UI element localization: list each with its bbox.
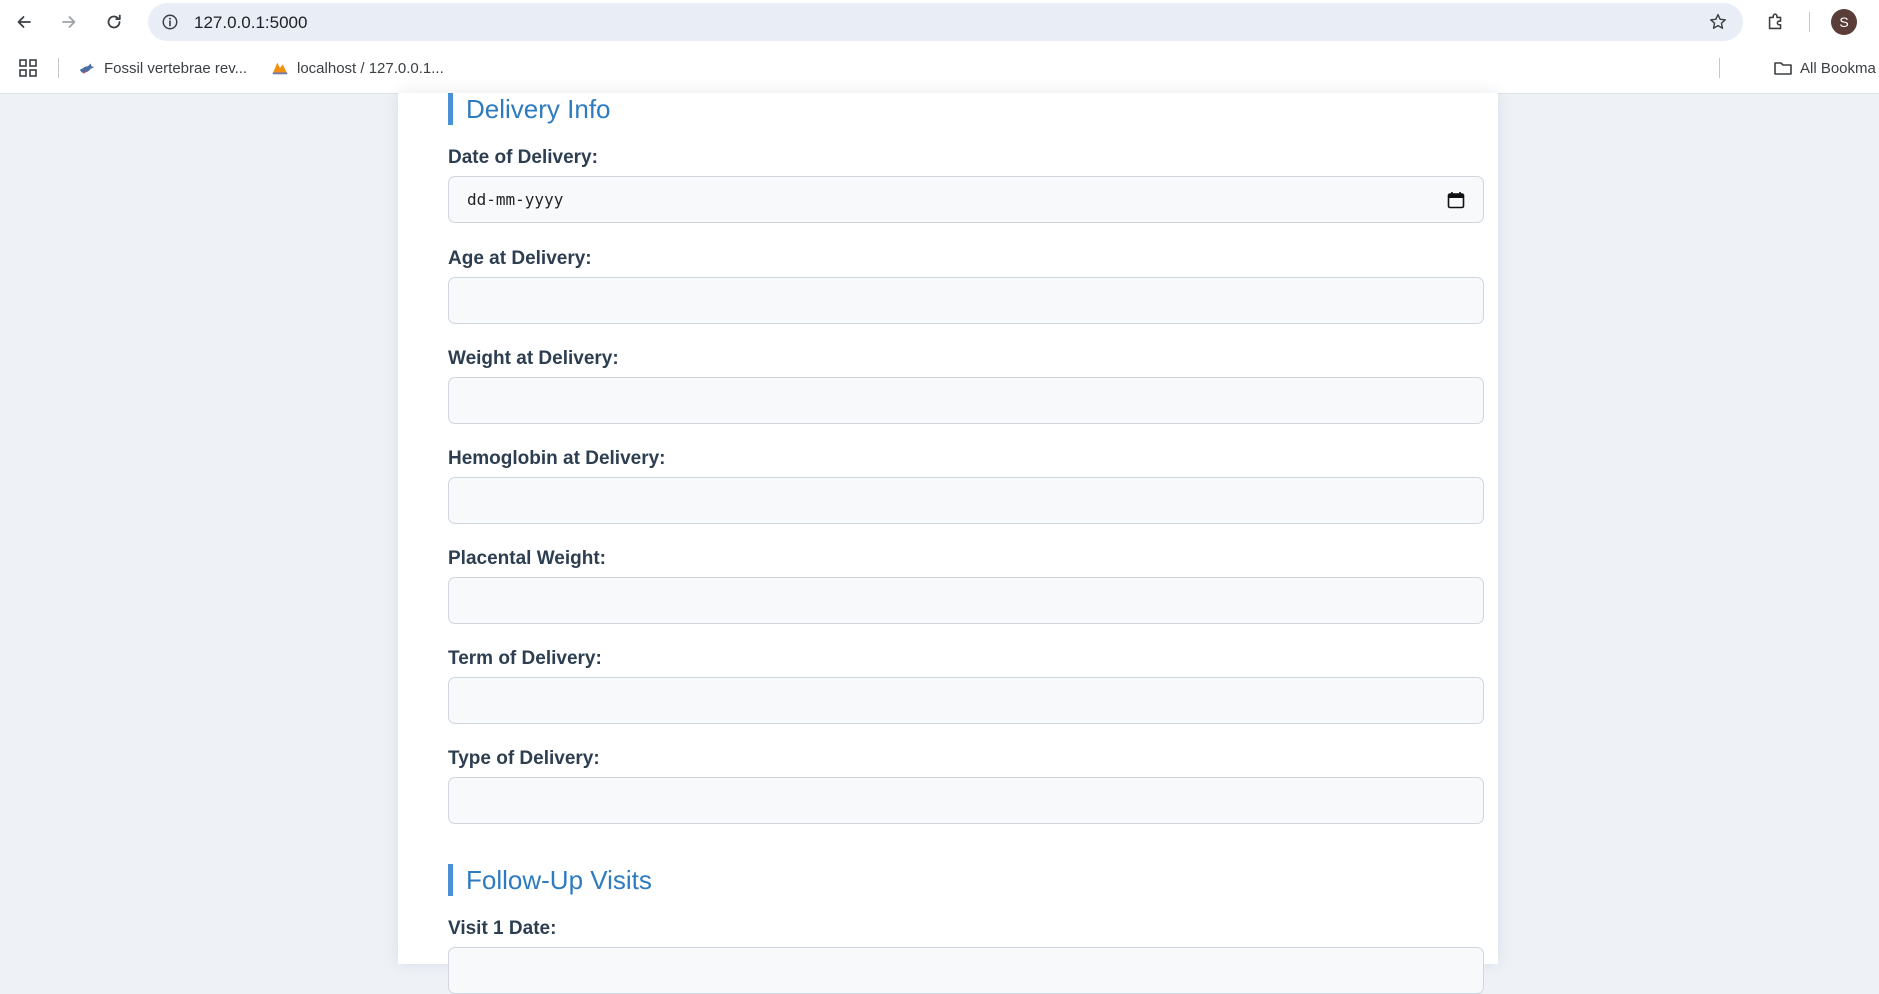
placental-weight-input[interactable] xyxy=(448,577,1484,624)
bookmarks-bar: Fossil vertebrae rev... localhost / 127.… xyxy=(0,44,1879,94)
folder-icon xyxy=(1773,58,1793,78)
term-of-delivery-input[interactable] xyxy=(448,677,1484,724)
all-bookmarks-label: All Bookma xyxy=(1800,59,1876,77)
type-of-delivery-input[interactable] xyxy=(448,777,1484,824)
section-heading-follow-up-visits: Follow-Up Visits xyxy=(448,864,652,896)
url-text[interactable]: 127.0.0.1:5000 xyxy=(194,13,307,33)
label-date-of-delivery: Date of Delivery: xyxy=(448,147,598,168)
reload-icon xyxy=(107,14,121,29)
label-age-at-delivery: Age at Delivery: xyxy=(448,248,592,269)
bookmarks-separator xyxy=(58,58,59,78)
label-visit-1-date: Visit 1 Date: xyxy=(448,918,557,939)
label-hemoglobin-at-delivery: Hemoglobin at Delivery: xyxy=(448,448,666,469)
visit-1-date-input[interactable] xyxy=(448,947,1484,994)
age-at-delivery-input[interactable] xyxy=(448,277,1484,324)
bookmarks-separator xyxy=(1719,58,1720,78)
calendar-icon[interactable] xyxy=(1447,191,1465,209)
date-placeholder: dd-mm-yyyy xyxy=(467,190,564,209)
toolbar-divider xyxy=(1809,12,1810,32)
bookmark-label: localhost / 127.0.0.1... xyxy=(297,59,444,77)
bookmark-star-icon[interactable] xyxy=(1707,11,1729,33)
reload-button[interactable] xyxy=(98,6,130,38)
profile-avatar[interactable]: S xyxy=(1831,9,1857,35)
label-placental-weight: Placental Weight: xyxy=(448,548,607,569)
all-bookmarks-button[interactable]: All Bookma xyxy=(1773,57,1876,79)
form-card: Delivery Info Date of Delivery: dd-mm-yy… xyxy=(398,93,1498,994)
forward-button[interactable] xyxy=(53,6,85,38)
bird-favicon-icon xyxy=(77,58,97,78)
browser-toolbar: 127.0.0.1:5000 S xyxy=(0,0,1879,44)
arrow-left-icon xyxy=(17,16,31,28)
weight-at-delivery-input[interactable] xyxy=(448,377,1484,424)
back-button[interactable] xyxy=(8,6,40,38)
apps-grid-icon[interactable] xyxy=(18,58,38,78)
bookmark-localhost[interactable]: localhost / 127.0.0.1... xyxy=(270,57,444,79)
section-heading-delivery-info: Delivery Info xyxy=(448,93,611,125)
address-bar[interactable]: 127.0.0.1:5000 xyxy=(148,3,1743,41)
site-info-icon[interactable] xyxy=(160,12,180,32)
hemoglobin-at-delivery-input[interactable] xyxy=(448,477,1484,524)
label-type-of-delivery: Type of Delivery: xyxy=(448,748,600,769)
date-of-delivery-input[interactable]: dd-mm-yyyy xyxy=(448,176,1484,223)
bookmark-label: Fossil vertebrae rev... xyxy=(104,59,248,77)
label-weight-at-delivery: Weight at Delivery: xyxy=(448,348,619,369)
arrow-right-icon xyxy=(62,16,76,28)
extensions-puzzle-icon[interactable] xyxy=(1763,9,1789,35)
bookmark-fossil-vertebrae[interactable]: Fossil vertebrae rev... xyxy=(77,57,247,79)
phpmyadmin-favicon-icon xyxy=(270,58,290,78)
label-term-of-delivery: Term of Delivery: xyxy=(448,648,602,669)
